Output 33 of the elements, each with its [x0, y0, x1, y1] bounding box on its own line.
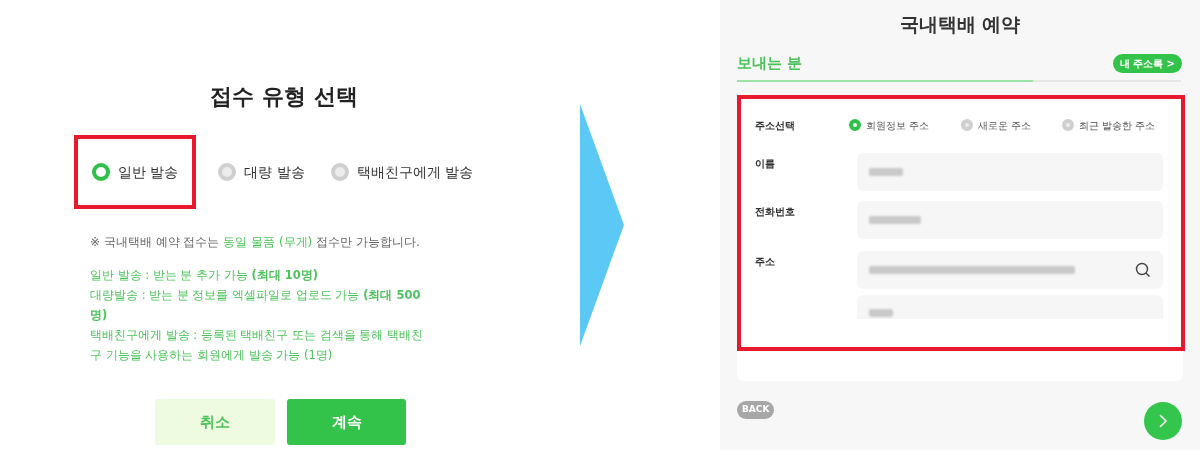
input-field[interactable]	[857, 153, 1163, 191]
field-label: 전화번호	[755, 205, 796, 219]
radio-label[interactable]: 대량 발송	[244, 161, 305, 183]
field-label: 주소선택	[755, 118, 796, 133]
input-field[interactable]	[857, 201, 1163, 239]
radio-label[interactable]: 최근 발송한 주소	[1079, 117, 1156, 133]
input-field[interactable]	[857, 295, 1163, 319]
blurred-value	[869, 168, 903, 176]
radio-label[interactable]: 새로운 주소	[978, 117, 1032, 133]
radio-button[interactable]	[218, 163, 237, 181]
blurred-value	[869, 216, 921, 224]
radio-button[interactable]	[1062, 119, 1074, 131]
input-field[interactable]	[857, 251, 1163, 289]
radio-button[interactable]	[330, 163, 349, 181]
detail-text: 대량발송 : 받는 분 정보를 엑셀파일로 업로드 가능 (최대 500명)	[90, 287, 422, 324]
chevron-right-icon	[1158, 413, 1168, 429]
notice-text: ※ 국내택배 예약 접수는 동일 물품 (무게) 접수만 가능합니다.	[90, 234, 420, 251]
field-label: 주소	[755, 255, 776, 269]
detail-text: 택배친구에게 발송 : 등록된 택배친구 또는 검색을 통해 택배친구 기능을 사용하는 회원에게 발송 가능 (1명)	[90, 327, 425, 364]
radio-button[interactable]	[92, 163, 110, 181]
page-title: 국내택배 예약	[898, 12, 1022, 37]
radio-label[interactable]: 택배친구에게 발송	[356, 161, 474, 183]
field-label: 이름	[755, 157, 776, 171]
radio-button[interactable]	[961, 119, 973, 131]
dialog-title: 접수 유형 선택	[209, 83, 359, 111]
detail-text: 일반 발송 : 받는 분 추가 가능 (최대 10명)	[90, 267, 319, 284]
search-icon[interactable]	[1135, 262, 1151, 278]
next-button[interactable]	[1144, 402, 1182, 440]
radio-label[interactable]: 일반 발송	[118, 161, 179, 183]
blurred-value	[869, 309, 893, 317]
radio-button[interactable]	[849, 119, 861, 131]
radio-label[interactable]: 회원정보 주소	[866, 117, 930, 133]
section-title: 보내는 분	[737, 52, 803, 74]
